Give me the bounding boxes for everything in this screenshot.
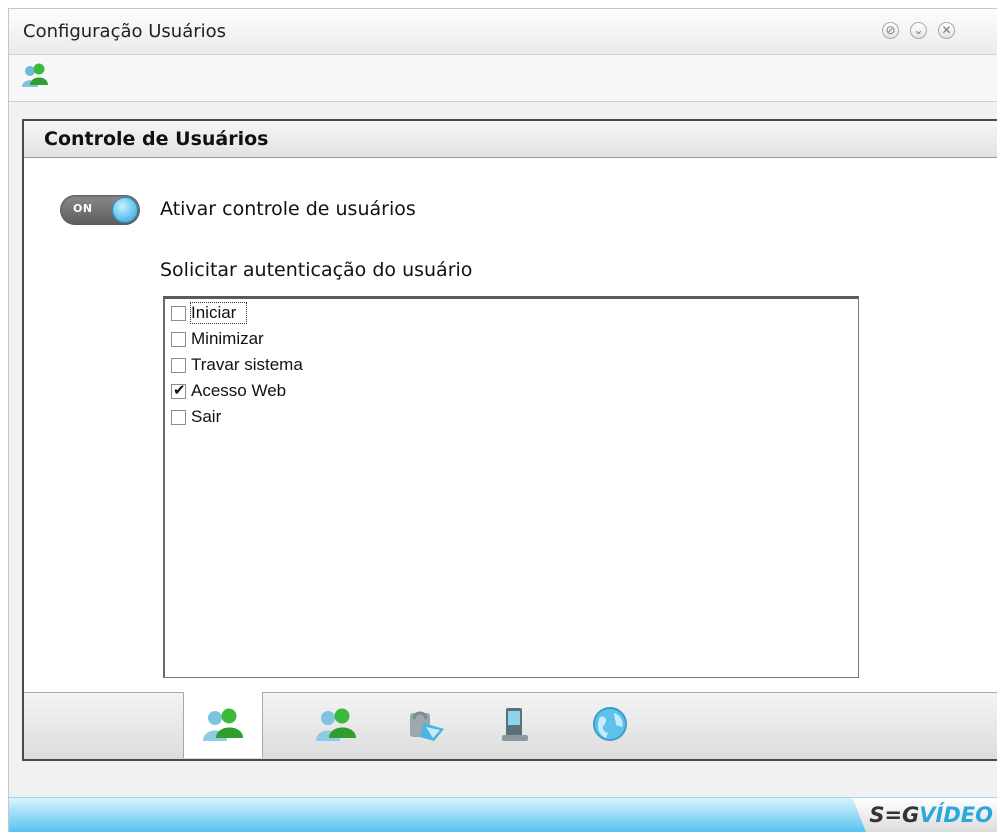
tab-user-groups[interactable] (297, 693, 375, 757)
option-label: Minimizar (191, 329, 264, 348)
network-lock-icon (410, 711, 444, 741)
panel-header: Controle de Usuários (24, 121, 997, 158)
users-icon[interactable] (21, 61, 49, 97)
window-title: Configuração Usuários (23, 21, 227, 42)
toolbar (9, 55, 997, 102)
checkbox[interactable] (171, 331, 186, 347)
option-minimizar[interactable]: Minimizar (171, 328, 264, 350)
close-icon[interactable]: ✕ (938, 22, 955, 39)
option-iniciar[interactable]: Iniciar (171, 302, 248, 324)
settings-window: Configuração Usuários ⊘ ⌄ ✕ Controle de … (8, 8, 997, 832)
option-sair[interactable]: Sair (171, 406, 221, 428)
tab-network-security[interactable] (387, 693, 465, 757)
toggle-label: Ativar controle de usuários (160, 198, 416, 220)
footer-bar: S=GVÍDEO (9, 797, 997, 832)
brand-logo-part1: S=G (869, 803, 920, 827)
minimize-icon[interactable]: ⌄ (910, 22, 927, 39)
auth-label: Solicitar autenticação do usuário (160, 259, 473, 281)
checkbox[interactable] (171, 409, 186, 425)
users-icon (203, 708, 243, 741)
option-label: Sair (191, 407, 222, 426)
checkmark-icon: ✔ (173, 381, 186, 399)
option-label: Iniciar (189, 302, 248, 324)
toggle-state-text: ON (73, 202, 93, 215)
user-control-toggle[interactable]: ON (60, 195, 140, 225)
checkbox-checked[interactable]: ✔ (171, 381, 186, 399)
auth-options-list: Iniciar Minimizar Travar sistema ✔ Acess… (163, 296, 859, 678)
pin-icon[interactable]: ⊘ (882, 22, 899, 39)
toggle-knob (112, 197, 138, 223)
checkbox[interactable] (171, 305, 186, 321)
pda-device-icon (502, 708, 528, 741)
tab-web[interactable] (571, 693, 649, 757)
tab-mobile-device[interactable] (476, 693, 554, 757)
brand-logo-part2: VÍDEO (919, 803, 993, 827)
option-travar-sistema[interactable]: Travar sistema (171, 354, 303, 376)
option-label: Travar sistema (191, 355, 303, 374)
user-control-panel: Controle de Usuários ON Ativar controle … (22, 119, 997, 761)
checkbox[interactable] (171, 357, 186, 373)
title-bar: Configuração Usuários ⊘ ⌄ ✕ (9, 9, 997, 55)
option-acesso-web[interactable]: ✔ Acesso Web (171, 380, 286, 402)
tab-bar (24, 692, 997, 759)
panel-title: Controle de Usuários (44, 128, 269, 150)
brand-logo: S=GVÍDEO (852, 798, 997, 832)
globe-icon (593, 707, 627, 741)
option-label: Acesso Web (191, 381, 287, 400)
tab-users[interactable] (183, 692, 263, 758)
users-icon (316, 708, 356, 741)
